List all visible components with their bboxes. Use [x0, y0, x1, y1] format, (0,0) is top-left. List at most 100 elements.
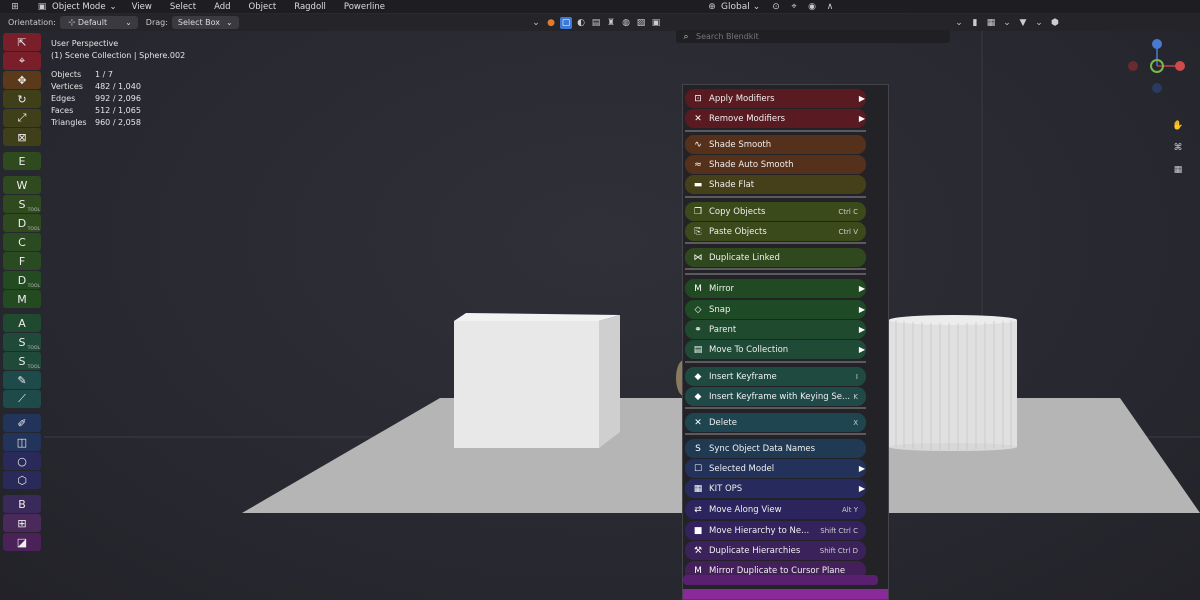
menu-powerline[interactable]: Powerline — [335, 2, 394, 12]
chevron-down-icon[interactable]: ⌄ — [1001, 17, 1013, 29]
material-icon[interactable]: ● — [545, 17, 557, 29]
bookmark-icon[interactable]: ▮ — [969, 17, 981, 29]
orientation-dropdown[interactable]: ⊹ Default ⌄ — [59, 16, 138, 29]
grid-icon: ⊞ — [17, 516, 27, 530]
blendkit-search[interactable]: ⌕ Search Blendkit — [676, 30, 950, 43]
menu-view[interactable]: View — [123, 2, 161, 12]
tool-button-grid[interactable]: ⊞ — [3, 514, 41, 532]
drag-dropdown[interactable]: Select Box ⌄ — [171, 16, 239, 29]
menu-item-move-hierarchy-to-ne[interactable]: ■ Move Hierarchy to Ne... Shift Ctrl C — [685, 521, 866, 540]
tool-button-square[interactable]: ◪ — [3, 533, 41, 551]
menu-item-move-along-view[interactable]: ⇄ Move Along View Alt Y — [685, 500, 866, 519]
transform-orientation-dropdown[interactable]: ⊕ Global ⌄ — [706, 1, 760, 13]
menu-item-sync-object-data-names[interactable]: S Sync Object Data Names — [685, 439, 866, 458]
menu-item-partial[interactable] — [683, 575, 878, 585]
shield-icon: ⬡ — [17, 473, 27, 487]
filter-icon[interactable]: ▼ — [1017, 17, 1029, 29]
tool-button-sublabel: TOOL — [27, 365, 40, 370]
menu-item-shade-flat[interactable]: ▬ Shade Flat — [685, 175, 866, 194]
tool-button-f[interactable]: F — [3, 252, 41, 270]
menu-item-paste-objects[interactable]: ⎘ Paste Objects Ctrl V — [685, 222, 866, 241]
tool-button-brush[interactable]: ✐ — [3, 414, 41, 432]
snap-icon[interactable]: ⌖ — [788, 1, 800, 13]
tool-button-select-cursor[interactable]: ⇱ — [3, 33, 41, 51]
menu-item-move-to-collection[interactable]: ▤ Move To Collection ▶ — [685, 340, 866, 359]
menu-item-delete[interactable]: ✕ Delete X — [685, 413, 866, 432]
menu-item-duplicate-linked[interactable]: ⋈ Duplicate Linked — [685, 248, 866, 267]
menu-item-snap[interactable]: ◇ Snap ▶ — [685, 300, 866, 319]
world-icon[interactable]: ◍ — [620, 17, 632, 29]
tool-button-pencil[interactable]: ✎ — [3, 371, 41, 389]
proportional-edit-icon[interactable]: ◉ — [806, 1, 818, 13]
tool-button-move[interactable]: ✥ — [3, 71, 41, 89]
menu-item-shade-auto-smooth[interactable]: ≈ Shade Auto Smooth — [685, 155, 866, 174]
camera-view-icon[interactable]: ⌘ — [1170, 140, 1186, 156]
tool-button-circle[interactable]: ○ — [3, 452, 41, 470]
square-icon: ◪ — [16, 535, 28, 549]
cursor-icon: ⌖ — [18, 54, 26, 67]
tool-button-rotate[interactable]: ↻ — [3, 90, 41, 108]
tool-button-m[interactable]: M — [3, 290, 41, 308]
chevron-down-icon[interactable]: ⌄ — [530, 17, 542, 29]
stat-label: Objects — [51, 70, 82, 79]
tool-button-ruler[interactable]: ⟋ — [3, 390, 41, 408]
menu-item-insert-keyframe-with-keying-se[interactable]: ◆ Insert Keyframe with Keying Se... K — [685, 387, 866, 406]
menu-item-shade-smooth[interactable]: ∿ Shade Smooth — [685, 135, 866, 154]
tool-button-e[interactable]: E — [3, 152, 41, 170]
tool-button-cursor[interactable]: ⌖ — [3, 52, 41, 70]
tool-button-s[interactable]: S TOOL — [3, 352, 41, 370]
layout-icon[interactable]: ▦ — [985, 17, 997, 29]
navigation-gizmo[interactable] — [1118, 36, 1198, 96]
menu-select[interactable]: Select — [161, 2, 205, 12]
falloff-icon[interactable]: ∧ — [824, 1, 836, 13]
menu-item-kit-ops[interactable]: ▦ KIT OPS ▶ — [685, 479, 866, 498]
menu-add[interactable]: Add — [205, 2, 239, 12]
chevron-down-icon[interactable]: ⌄ — [953, 17, 965, 29]
camera-icon[interactable]: ▨ — [635, 17, 647, 29]
tool-button-b[interactable]: B — [3, 495, 41, 513]
menu-object[interactable]: Object — [240, 2, 286, 12]
scene-icon[interactable]: ♜ — [605, 17, 617, 29]
globe-icon[interactable]: ◐ — [575, 17, 587, 29]
menu-item-remove-modifiers[interactable]: ✕ Remove Modifiers ▶ — [685, 109, 866, 128]
menu-item-label: Sync Object Data Names — [709, 443, 816, 454]
menu-separator — [685, 130, 866, 132]
menu-item-selected-model[interactable]: ☐ Selected Model ▶ — [685, 459, 866, 478]
stat-row: Edges 992 / 2,096 — [51, 93, 185, 105]
menu-separator — [685, 361, 866, 363]
menu-ragdoll[interactable]: Ragdoll — [285, 2, 335, 12]
tool-button-scale[interactable]: ⤢ — [3, 109, 41, 127]
select-box-icon[interactable]: ▢ — [560, 16, 572, 29]
menu-item-insert-keyframe[interactable]: ◆ Insert Keyframe I — [685, 367, 866, 386]
tool-button-s[interactable]: S TOOL — [3, 195, 41, 213]
menu-item-apply-modifiers[interactable]: ⊡ Apply Modifiers ▶ — [685, 89, 866, 108]
pivot-icon[interactable]: ⊙ — [770, 1, 782, 13]
hand-pan-icon[interactable]: ✋ — [1170, 118, 1186, 134]
tool-button-d[interactable]: D TOOL — [3, 271, 41, 289]
editor-type-button[interactable]: ⊞ — [0, 1, 30, 13]
menu-item-copy-objects[interactable]: ❐ Copy Objects Ctrl C — [685, 202, 866, 221]
chevron-down-icon: ⌄ — [109, 1, 117, 12]
menu-item-parent[interactable]: ⚭ Parent ▶ — [685, 320, 866, 339]
tool-button-box[interactable]: ◫ — [3, 433, 41, 451]
tool-button-a[interactable]: A — [3, 314, 41, 332]
image-icon[interactable]: ▤ — [590, 17, 602, 29]
mode-dropdown[interactable]: ▣ Object Mode ⌄ — [30, 1, 123, 13]
transform-orientation-label: Global — [721, 1, 750, 12]
mirror-icon: M — [694, 565, 702, 576]
tool-button-d[interactable]: D TOOL — [3, 214, 41, 232]
tool-button-w[interactable]: W — [3, 176, 41, 194]
tool-button-shield[interactable]: ⬡ — [3, 471, 41, 489]
chevron-down-icon[interactable]: ⌄ — [1033, 17, 1045, 29]
perspective-grid-icon[interactable]: ▦ — [1170, 162, 1186, 178]
menu-item-label: Duplicate Linked — [709, 252, 780, 263]
tool-button-transform[interactable]: ⊠ — [3, 128, 41, 146]
menu-item-mirror[interactable]: M Mirror ▶ — [685, 279, 866, 298]
tool-button-c[interactable]: C — [3, 233, 41, 251]
shield-icon[interactable]: ⬢ — [1049, 17, 1061, 29]
menu-item-duplicate-hierarchies[interactable]: ⚒ Duplicate Hierarchies Shift Ctrl D — [685, 541, 866, 560]
render-icon[interactable]: ▣ — [650, 17, 662, 29]
tool-button-s[interactable]: S TOOL — [3, 333, 41, 351]
submenu-arrow-icon: ▶ — [858, 284, 865, 293]
submenu-arrow-icon: ▶ — [858, 464, 865, 473]
